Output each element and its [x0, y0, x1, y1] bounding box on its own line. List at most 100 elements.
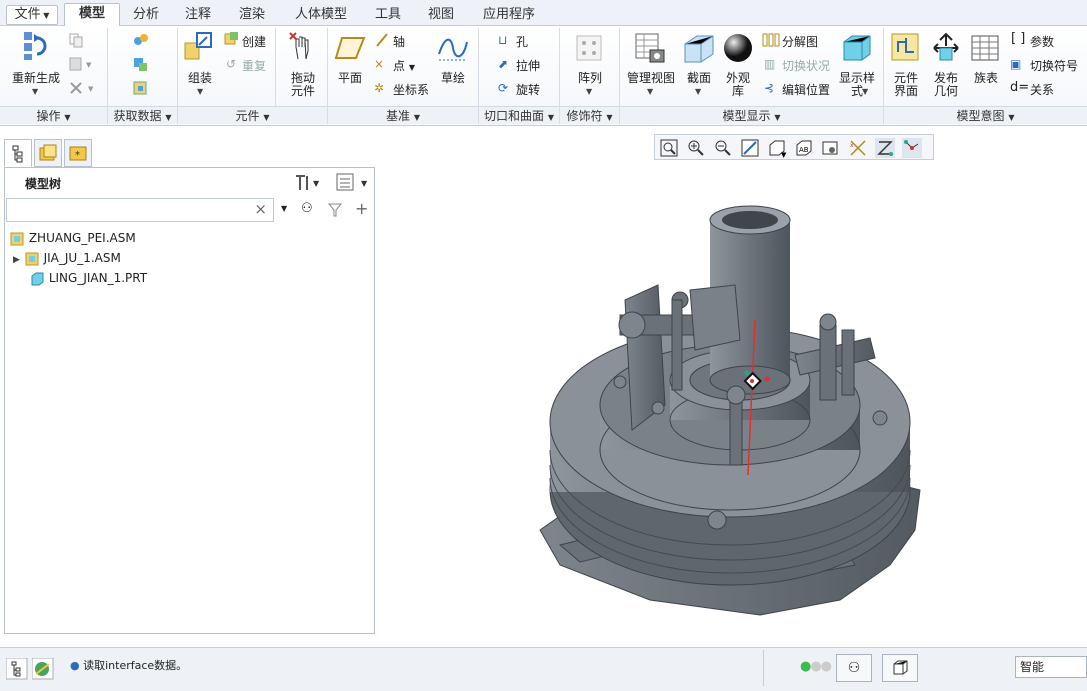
edit-position-button[interactable]: 编辑位置: [782, 81, 830, 98]
group-modifier[interactable]: 修饰符 ▼: [560, 106, 619, 124]
tab-favorites[interactable]: *: [64, 139, 92, 167]
tab-manikin[interactable]: 人体模型: [282, 4, 360, 26]
drag-components-button[interactable]: 拖动 元件: [280, 72, 326, 98]
svg-text:▼: ▼: [313, 179, 320, 188]
manage-views-button[interactable]: 管理视图: [624, 72, 678, 85]
assembly-model-view[interactable]: [520, 190, 940, 630]
expand-arrow-icon[interactable]: ▶: [13, 255, 20, 265]
tree-search-input[interactable]: ×: [6, 198, 274, 222]
group-cut-surface[interactable]: 切口和曲面 ▼: [479, 106, 559, 124]
show-navigator-icon[interactable]: [6, 658, 28, 680]
section-icon: [684, 35, 714, 63]
tab-applications[interactable]: 应用程序: [470, 4, 548, 26]
data-sharing-icon[interactable]: [132, 32, 150, 48]
point-button[interactable]: 点 ▼: [393, 57, 415, 74]
spin-center-icon[interactable]: [902, 138, 922, 158]
revolve-button[interactable]: 旋转: [516, 81, 540, 98]
delete-icon[interactable]: ▼: [68, 80, 98, 96]
family-table-icon: [971, 35, 999, 61]
shrinkwrap-icon[interactable]: [132, 80, 150, 96]
relations-button[interactable]: 关系: [1030, 81, 1054, 98]
copy-icon[interactable]: [68, 32, 84, 48]
selection-filter-select[interactable]: 智能: [1015, 656, 1087, 678]
view-manager-icon[interactable]: [821, 138, 841, 158]
tree-label: ZHUANG_PEI.ASM: [28, 231, 136, 245]
toggle-state-icon: ▥: [764, 57, 776, 71]
tab-render[interactable]: 渲染: [226, 4, 278, 26]
tab-view[interactable]: 视图: [416, 4, 466, 26]
appearance-gallery-icon: [724, 34, 752, 62]
switch-symbols-button[interactable]: 切换符号: [1030, 57, 1078, 74]
group-get-data[interactable]: 获取数据 ▼: [108, 106, 177, 124]
switch-symbols-icon: ▣: [1010, 57, 1022, 71]
group-operations[interactable]: 操作 ▼: [0, 106, 107, 124]
refit-icon[interactable]: [659, 138, 679, 158]
binoculars-icon[interactable]: ⚇: [301, 201, 313, 216]
create-icon: [224, 32, 238, 45]
create-button[interactable]: 创建: [242, 33, 266, 50]
tree-row-root[interactable]: ZHUANG_PEI.ASM: [9, 229, 136, 247]
parameters-button[interactable]: 参数: [1030, 33, 1054, 50]
axis-button[interactable]: 轴: [393, 33, 405, 50]
file-menu[interactable]: 文件 ▼: [6, 5, 58, 25]
display-style-button[interactable]: 显示样 式: [834, 72, 880, 98]
zoom-out-icon[interactable]: [713, 138, 733, 158]
part-icon: [31, 272, 44, 285]
add-column-icon[interactable]: +: [355, 199, 368, 218]
datum-display-icon[interactable]: x: [848, 138, 868, 158]
merge-icon[interactable]: [132, 56, 150, 72]
tools-icon: ▼: [296, 175, 320, 190]
extrude-button[interactable]: 拉伸: [516, 57, 540, 74]
tab-tools[interactable]: 工具: [364, 4, 412, 26]
clear-search-icon[interactable]: ×: [254, 200, 267, 218]
group-datum[interactable]: 基准 ▼: [328, 106, 478, 124]
sketch-button[interactable]: 草绘: [433, 72, 473, 85]
tab-annotate[interactable]: 注释: [174, 4, 222, 26]
exploded-view-button[interactable]: 分解图: [782, 33, 818, 50]
tree-row-jia-ju[interactable]: ▶ JIA_JU_1.ASM: [13, 249, 121, 267]
plane-button[interactable]: 平面: [330, 72, 370, 85]
saved-orientations-icon[interactable]: AB: [794, 138, 814, 158]
tree-label: JIA_JU_1.ASM: [43, 251, 121, 265]
tab-model[interactable]: 模型: [64, 3, 120, 27]
component-interface-icon: [891, 33, 919, 61]
favorites-icon: *: [69, 146, 87, 161]
toggle-state-button[interactable]: 切换状况: [782, 57, 830, 74]
appearance-gallery-button[interactable]: 外观 库: [719, 72, 757, 98]
paste-icon[interactable]: ▼: [68, 56, 94, 72]
annotation-display-icon[interactable]: [875, 138, 895, 158]
filter-icon[interactable]: [327, 202, 343, 218]
show-browser-icon[interactable]: [32, 658, 54, 680]
search-dropdown-icon[interactable]: ▼: [281, 204, 287, 213]
message-bullet-icon: ●: [70, 659, 80, 672]
tab-folder-browser[interactable]: [34, 139, 62, 167]
display-style-view-icon[interactable]: ▼: [767, 138, 787, 158]
panel-title: 模型树: [25, 177, 62, 191]
menu-bar: 文件 ▼ 模型 分析 注释 渲染 人体模型 工具 视图 应用程序: [0, 0, 1087, 27]
tab-analysis[interactable]: 分析: [122, 4, 170, 26]
find-button[interactable]: ⚇: [836, 654, 872, 682]
csys-button[interactable]: 坐标系: [393, 81, 429, 98]
tree-settings-button[interactable]: ▼: [293, 172, 323, 192]
regenerate-button[interactable]: 重新生成: [6, 72, 66, 85]
zoom-in-icon[interactable]: [686, 138, 706, 158]
group-component[interactable]: 元件 ▼: [178, 106, 327, 124]
tree-row-ling-jian[interactable]: LING_JIAN_1.PRT: [29, 269, 147, 287]
section-button[interactable]: 截面: [680, 72, 718, 85]
assemble-button[interactable]: 组装: [180, 72, 220, 85]
folder-browser-icon: [39, 144, 57, 161]
pattern-button[interactable]: 阵列: [570, 72, 610, 85]
group-model-display[interactable]: 模型显示 ▼: [620, 106, 883, 124]
component-interface-button[interactable]: 元件 界面: [886, 72, 926, 98]
tab-model-tree[interactable]: [4, 139, 32, 167]
group-model-intent[interactable]: 模型意图 ▼: [884, 106, 1087, 124]
select-box-button[interactable]: [882, 654, 918, 682]
graphics-toolbar: ▼ AB x: [654, 134, 934, 160]
publish-geometry-button[interactable]: 发布 几何: [926, 72, 966, 98]
hole-button[interactable]: 孔: [516, 33, 528, 50]
repaint-icon[interactable]: [740, 138, 760, 158]
edit-position-icon: ⊰: [764, 81, 775, 95]
family-table-button[interactable]: 族表: [966, 72, 1006, 85]
tree-view-button[interactable]: ▼: [335, 172, 371, 192]
repeat-button[interactable]: 重复: [242, 57, 266, 74]
